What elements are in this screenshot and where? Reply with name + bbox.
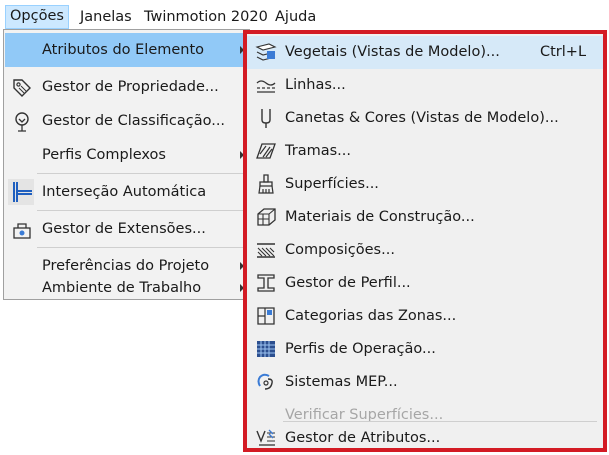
menu-item-label: Atributos do Elemento xyxy=(42,42,205,58)
menu-ajuda[interactable]: Ajuda xyxy=(271,6,320,28)
menu-item-ambiente-trabalho[interactable]: Ambiente de Trabalho xyxy=(5,266,248,300)
pen-icon xyxy=(255,107,277,129)
menu-separator xyxy=(37,210,245,211)
menu-opcoes[interactable]: Opções xyxy=(5,5,69,29)
menu-item-atributos-elemento[interactable]: Atributos do Elemento xyxy=(5,33,248,67)
submenu-item-label: Tramas... xyxy=(285,143,351,159)
opcoes-dropdown: Atributos do Elemento Gestor de Propried… xyxy=(3,29,250,300)
classification-tree-icon xyxy=(11,111,33,133)
menu-item-gestor-extensoes[interactable]: Gestor de Extensões... xyxy=(5,212,248,246)
menu-twinmotion[interactable]: Twinmotion 2020 xyxy=(140,6,272,28)
submenu-item-perfis-operacao[interactable]: Perfis de Operação... xyxy=(247,333,603,366)
menu-item-label: Gestor de Extensões... xyxy=(42,221,206,237)
submenu-item-label: Perfis de Operação... xyxy=(285,341,436,357)
submenu-item-composicoes[interactable]: Composições... xyxy=(247,234,603,267)
submenu-item-label: Gestor de Perfil... xyxy=(285,275,411,291)
paint-brush-icon xyxy=(255,173,277,195)
intersection-icon xyxy=(8,179,34,205)
submenu-item-label: Composições... xyxy=(285,242,395,258)
menu-janelas[interactable]: Janelas xyxy=(76,6,136,28)
submenu-item-vegetais[interactable]: Vegetais (Vistas de Modelo)... Ctrl+L xyxy=(247,36,603,69)
menu-item-gestor-propriedade[interactable]: Gestor de Propriedade... xyxy=(5,70,248,104)
menu-item-label: Gestor de Classificação... xyxy=(42,113,226,129)
menu-separator xyxy=(37,173,245,174)
atributos-submenu: Vegetais (Vistas de Modelo)... Ctrl+L Li… xyxy=(243,30,607,452)
menu-item-perfis-complexos[interactable]: Perfis Complexos xyxy=(5,138,248,172)
profile-icon xyxy=(255,272,277,294)
shortcut-label: Ctrl+L xyxy=(540,44,587,60)
submenu-item-canetas-cores[interactable]: Canetas & Cores (Vistas de Modelo)... xyxy=(247,102,603,135)
submenu-item-materiais[interactable]: Materiais de Construção... xyxy=(247,201,603,234)
submenu-item-label: Linhas... xyxy=(285,77,346,93)
composites-icon xyxy=(255,239,277,261)
menu-item-label: Interseção Automática xyxy=(42,184,207,200)
submenu-item-label: Materiais de Construção... xyxy=(285,209,475,225)
submenu-item-tramas[interactable]: Tramas... xyxy=(247,135,603,168)
menu-item-intersecao-automatica[interactable]: Interseção Automática xyxy=(5,175,248,209)
menu-item-label: Ambiente de Trabalho xyxy=(42,280,202,296)
menu-separator xyxy=(37,247,245,248)
operation-profiles-icon xyxy=(255,338,277,360)
zone-categories-icon xyxy=(255,305,277,327)
submenu-item-label: Categorias das Zonas... xyxy=(285,308,457,324)
extensions-icon xyxy=(11,219,33,241)
menu-item-label: Gestor de Propriedade... xyxy=(42,79,219,95)
attribute-manager-icon xyxy=(255,427,277,449)
submenu-item-label: Gestor de Atributos... xyxy=(285,430,441,446)
submenu-item-superficies[interactable]: Superfícies... xyxy=(247,168,603,201)
line-types-icon xyxy=(255,74,277,96)
mep-systems-icon xyxy=(255,371,277,393)
submenu-item-gestor-perfil[interactable]: Gestor de Perfil... xyxy=(247,267,603,300)
submenu-item-linhas[interactable]: Linhas... xyxy=(247,69,603,102)
submenu-item-label: Vegetais (Vistas de Modelo)... xyxy=(285,44,500,60)
tag-icon xyxy=(11,77,33,99)
menu-item-label: Perfis Complexos xyxy=(42,147,166,163)
submenu-item-label: Sistemas MEP... xyxy=(285,374,398,390)
hatch-icon xyxy=(255,140,277,162)
submenu-item-label: Superfícies... xyxy=(285,176,379,192)
menu-item-gestor-classificacao[interactable]: Gestor de Classificação... xyxy=(5,104,248,138)
submenu-item-sistemas-mep[interactable]: Sistemas MEP... xyxy=(247,366,603,399)
submenu-item-categorias-zonas[interactable]: Categorias das Zonas... xyxy=(247,300,603,333)
submenu-item-gestor-atributos[interactable]: Gestor de Atributos... xyxy=(247,422,603,455)
building-material-icon xyxy=(255,206,277,228)
layers-icon xyxy=(255,41,277,63)
submenu-item-label: Canetas & Cores (Vistas de Modelo)... xyxy=(285,110,559,126)
menu-bar: Opções Janelas Twinmotion 2020 Ajuda xyxy=(0,0,609,30)
